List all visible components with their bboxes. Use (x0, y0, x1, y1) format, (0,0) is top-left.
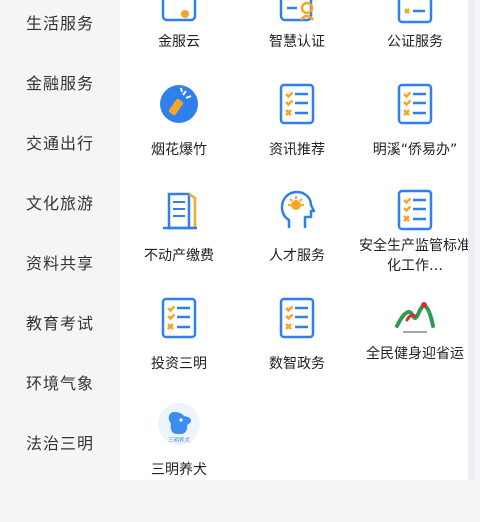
building-icon (157, 188, 201, 232)
service-label: 智慧认证 (269, 34, 325, 50)
checklist-icon (275, 296, 319, 340)
service-tile-mingxi-qiaoyiban[interactable]: 明溪“侨易办” (356, 80, 474, 200)
talent-head-icon (275, 188, 319, 232)
service-label: 公证服务 (387, 34, 443, 50)
service-tile-safety-production[interactable]: 安全生产监管标准化工作… (356, 186, 474, 306)
panel-scroll-edge (468, 0, 474, 480)
service-tile-digital-government[interactable]: 数智政务 (238, 294, 356, 414)
service-tile-fitness-provincial-games[interactable]: 全民健身迎省运 (356, 294, 474, 414)
sidebar-item-transport[interactable]: 交通出行 (0, 132, 120, 156)
checklist-icon (275, 82, 319, 126)
sidebar-item-data-sharing[interactable]: 资料共享 (0, 252, 120, 276)
id-verify-icon (275, 0, 319, 26)
service-label: 人才服务 (269, 248, 325, 264)
category-sidebar: 生活服务 金融服务 交通出行 文化旅游 资料共享 教育考试 环境气象 法治三明 (0, 0, 120, 480)
dog-logo-text: 三明养犬 (168, 436, 191, 444)
sidebar-item-life-services[interactable]: 生活服务 (0, 12, 120, 36)
service-tile-sanming-dog-registration[interactable]: 三明养犬 三明养犬 (120, 402, 238, 522)
service-label: 明溪“侨易办” (372, 142, 458, 158)
service-label: 三明养犬 (151, 462, 207, 478)
service-label: 全民健身迎省运 (366, 346, 464, 362)
service-tile-news-recommend[interactable]: 资讯推荐 (238, 80, 356, 200)
service-label: 烟花爆竹 (151, 142, 207, 158)
service-label: 安全生产监管标准化工作… (359, 238, 471, 274)
service-label: 金服云 (158, 34, 200, 50)
service-tile-jinfuyun[interactable]: 金服云 (120, 0, 238, 90)
checklist-icon (393, 188, 437, 232)
service-label: 数智政务 (269, 356, 325, 372)
sidebar-item-financial-services[interactable]: 金融服务 (0, 72, 120, 96)
service-label: 资讯推荐 (269, 142, 325, 158)
sidebar-item-law-sanming[interactable]: 法治三明 (0, 432, 120, 456)
sidebar-item-education-exams[interactable]: 教育考试 (0, 312, 120, 336)
sidebar-item-culture-tourism[interactable]: 文化旅游 (0, 192, 120, 216)
checklist-icon (157, 296, 201, 340)
service-tile-real-estate-payment[interactable]: 不动产缴费 (120, 186, 238, 306)
service-label: 投资三明 (151, 356, 207, 372)
service-label: 不动产缴费 (144, 248, 214, 264)
service-tile-invest-sanming[interactable]: 投资三明 (120, 294, 238, 414)
checklist-icon (393, 82, 437, 126)
firecracker-icon (157, 82, 201, 126)
checklist-icon (393, 0, 437, 26)
service-tile-talent-services[interactable]: 人才服务 (238, 186, 356, 306)
fitness-games-logo-icon (393, 296, 437, 340)
card-icon (157, 0, 201, 26)
sidebar-item-environment-weather[interactable]: 环境气象 (0, 372, 120, 396)
service-grid-panel: 金服云 智慧认证 公证服务 烟花爆竹 资讯推荐 明溪“侨易办” 不动产缴费 人才… (120, 0, 474, 480)
service-tile-notary[interactable]: 公证服务 (356, 0, 474, 90)
dog-logo-icon: 三明养犬 (157, 402, 201, 446)
service-tile-fireworks[interactable]: 烟花爆竹 (120, 80, 238, 200)
service-tile-smart-auth[interactable]: 智慧认证 (238, 0, 356, 90)
